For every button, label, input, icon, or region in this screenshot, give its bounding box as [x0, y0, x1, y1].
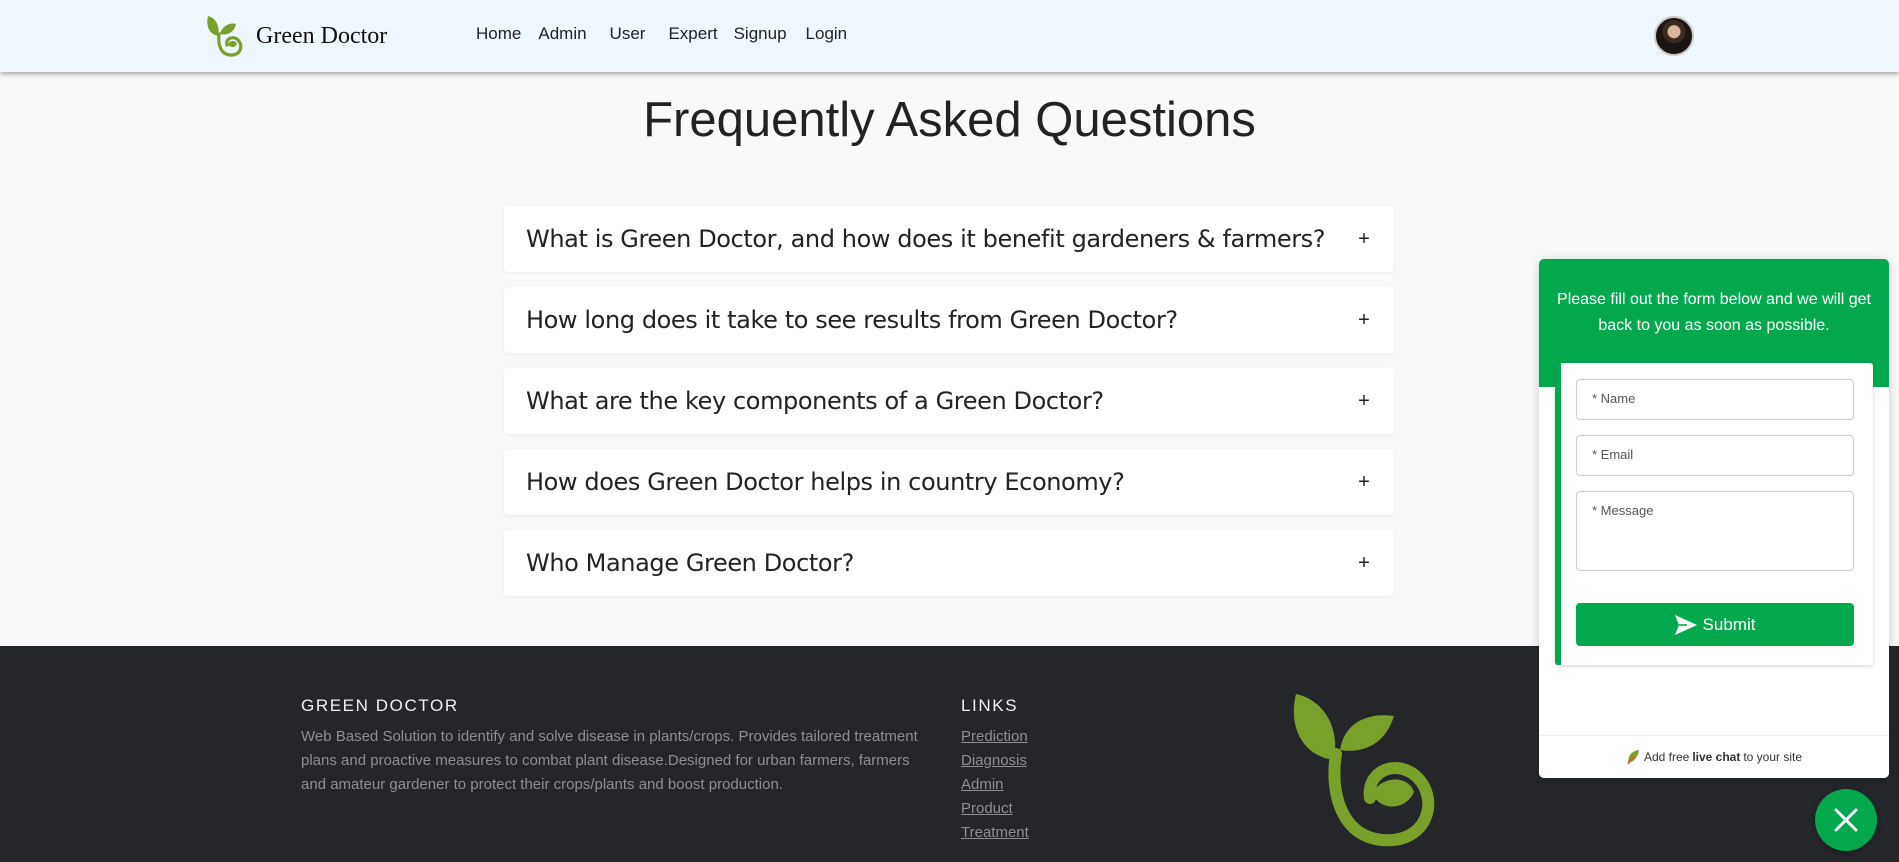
faq-question: Who Manage Green Doctor? [526, 549, 854, 577]
submit-button[interactable]: Submit [1576, 603, 1854, 646]
navbar: Green Doctor Home Admin User Expert Sign… [0, 0, 1899, 72]
chat-header-text: Please fill out the form below and we wi… [1557, 291, 1871, 334]
live-chat-widget: Please fill out the form below and we wi… [1539, 259, 1889, 778]
nav-user[interactable]: User [610, 24, 646, 44]
brand[interactable]: Green Doctor [206, 14, 387, 58]
chat-form: * Name * Email * Message Submit [1555, 363, 1873, 665]
nav-signup[interactable]: Signup [734, 24, 787, 44]
footer-links-title: LINKS [961, 696, 1019, 715]
expand-plus-icon[interactable]: + [1356, 390, 1372, 413]
footer-description: Web Based Solution to identify and solve… [301, 728, 918, 793]
footer-link-treatment[interactable]: Treatment [961, 821, 1029, 845]
faq-question: How does Green Doctor helps in country E… [526, 468, 1125, 496]
expand-plus-icon[interactable]: + [1356, 552, 1372, 575]
send-icon [1674, 614, 1697, 635]
faq-item[interactable]: Who Manage Green Doctor? + [504, 530, 1394, 596]
faq-question: How long does it take to see results fro… [526, 306, 1178, 334]
faq-title: Frequently Asked Questions [643, 93, 1256, 147]
faq-question: What are the key components of a Green D… [526, 387, 1104, 415]
faq-question: What is Green Doctor, and how does it be… [526, 225, 1326, 253]
faq-item[interactable]: How long does it take to see results fro… [504, 287, 1394, 353]
faq-item[interactable]: What is Green Doctor, and how does it be… [504, 206, 1394, 272]
logo-icon [207, 16, 243, 57]
expand-plus-icon[interactable]: + [1356, 309, 1372, 332]
user-avatar[interactable] [1654, 16, 1694, 56]
chat-footer-suffix: to your site [1743, 750, 1803, 764]
nav-login[interactable]: Login [806, 24, 848, 44]
chat-footer[interactable]: Add free live chat to your site [1539, 735, 1889, 778]
footer-link-product[interactable]: Product [961, 797, 1029, 821]
close-chat-button[interactable] [1815, 789, 1877, 851]
name-field[interactable]: * Name [1576, 379, 1854, 420]
expand-plus-icon[interactable]: + [1356, 228, 1372, 251]
chat-footer-bold: live chat [1692, 750, 1741, 764]
faq-item[interactable]: What are the key components of a Green D… [504, 368, 1394, 434]
expand-plus-icon[interactable]: + [1356, 471, 1372, 494]
footer-title: GREEN DOCTOR [301, 696, 459, 715]
close-icon [1834, 808, 1858, 832]
nav-expert[interactable]: Expert [668, 24, 717, 44]
footer-link-diagnosis[interactable]: Diagnosis [961, 749, 1029, 773]
chat-footer-prefix: Add free [1643, 750, 1690, 764]
brand-name: Green Doctor [256, 22, 388, 49]
submit-label: Submit [1702, 614, 1756, 634]
nav-links: Home Admin User Expert Signup Login [476, 24, 847, 44]
footer-link-prediction[interactable]: Prediction [961, 725, 1029, 749]
footer-link-admin[interactable]: Admin [961, 773, 1029, 797]
nav-home[interactable]: Home [476, 24, 521, 44]
message-field[interactable]: * Message [1576, 491, 1854, 571]
leaf-icon [1627, 750, 1639, 765]
footer-logo-icon [1293, 694, 1435, 847]
nav-admin[interactable]: Admin [538, 24, 586, 44]
email-field[interactable]: * Email [1576, 435, 1854, 476]
footer-links: Prediction Diagnosis Admin Product Treat… [961, 725, 1029, 845]
faq-item[interactable]: How does Green Doctor helps in country E… [504, 449, 1394, 515]
